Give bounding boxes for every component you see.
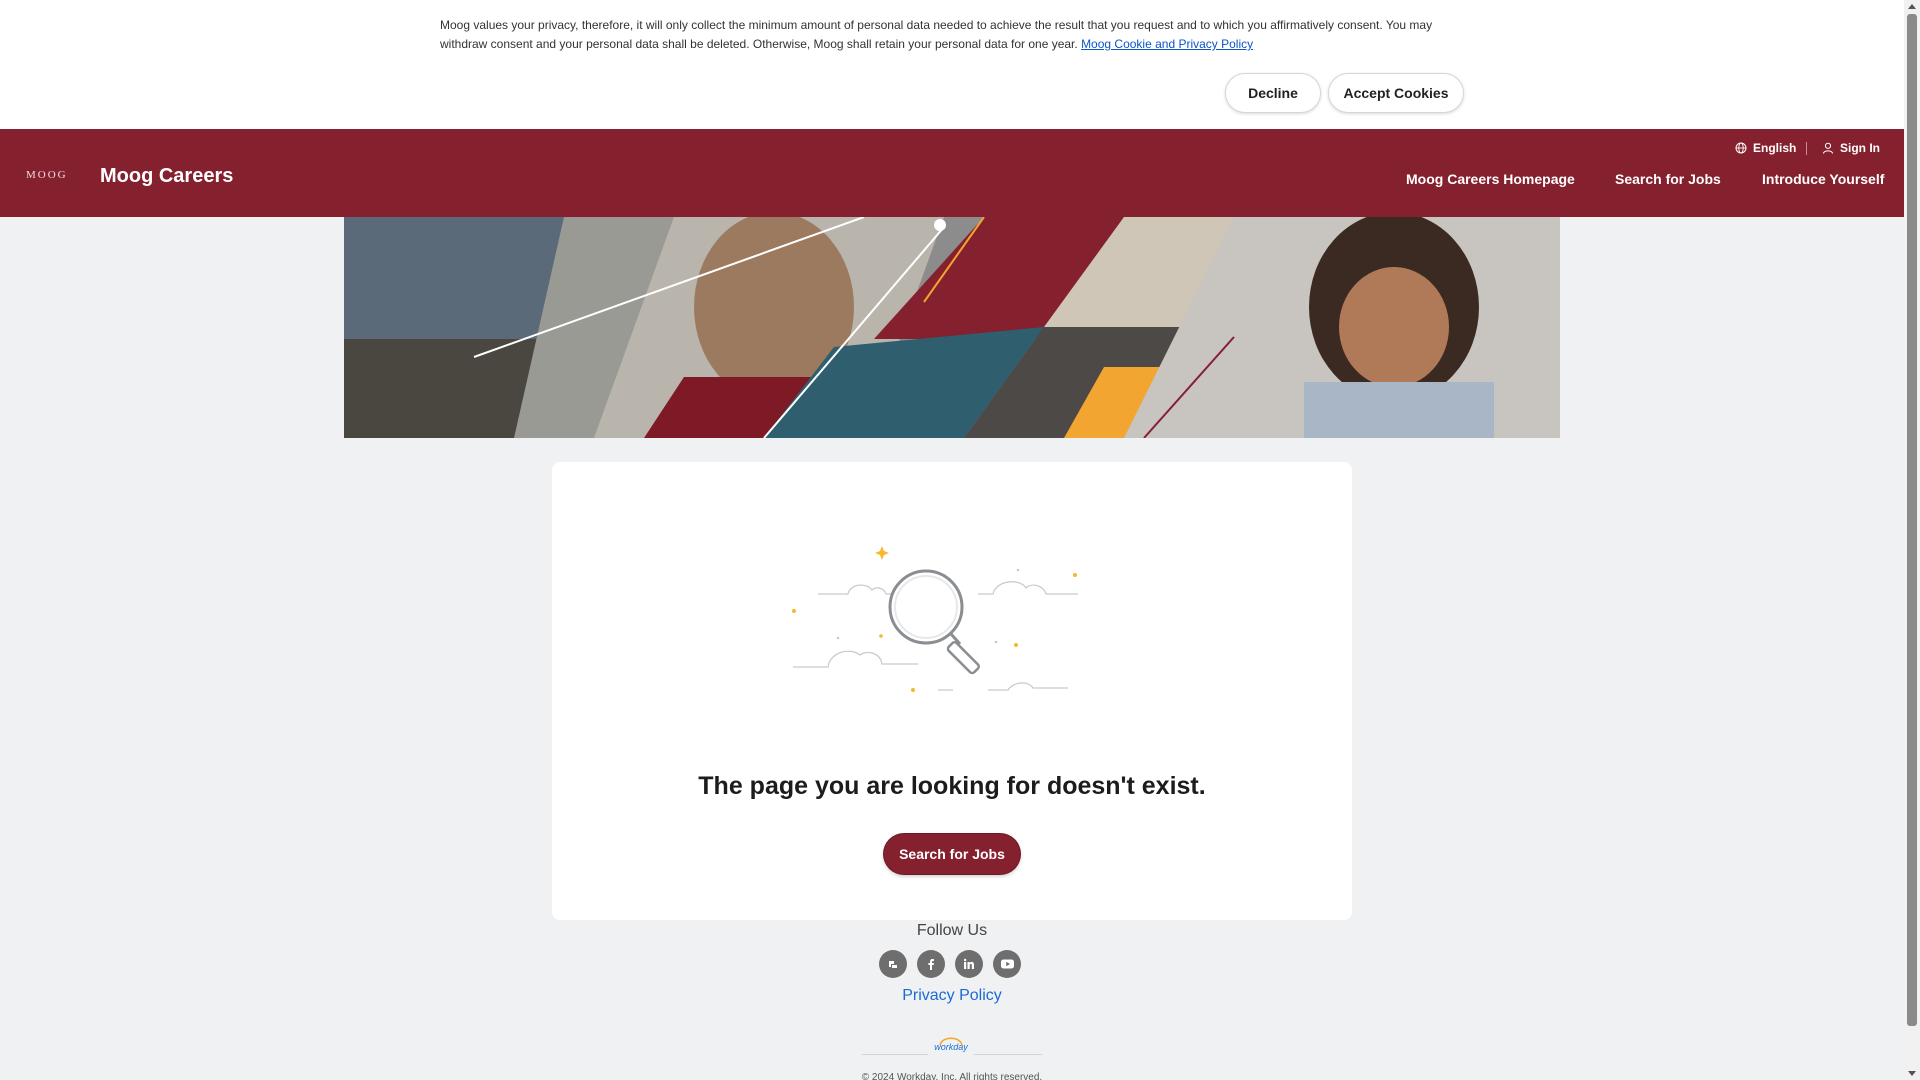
privacy-policy-link[interactable]: Privacy Policy	[0, 987, 1904, 1005]
language-label: English	[1753, 141, 1797, 155]
hero-banner	[344, 217, 1560, 438]
vertical-scrollbar[interactable]	[1904, 0, 1920, 1080]
glassdoor-icon[interactable]	[879, 950, 907, 978]
sign-in-label: Sign In	[1840, 141, 1880, 155]
accept-cookies-button[interactable]: Accept Cookies	[1328, 73, 1464, 113]
hero-collage-image	[344, 217, 1560, 438]
site-header: MOOG Moog Careers English Sign In Moog C…	[0, 129, 1904, 217]
cookie-notice-text: Moog values your privacy, therefore, it …	[440, 16, 1440, 54]
scroll-up-icon[interactable]	[1908, 4, 1916, 9]
error-title: The page you are looking for doesn't exi…	[698, 772, 1206, 800]
utility-divider	[1806, 142, 1807, 155]
moog-logo[interactable]: MOOG	[26, 169, 68, 181]
nav-search-for-jobs[interactable]: Search for Jobs	[1615, 171, 1721, 187]
cookie-banner: Moog values your privacy, therefore, it …	[0, 0, 1904, 129]
social-links	[879, 950, 1021, 978]
site-title[interactable]: Moog Careers	[100, 165, 233, 188]
follow-us-heading: Follow Us	[916, 922, 988, 939]
scrollbar-thumb[interactable]	[1907, 14, 1917, 1026]
workday-logo-text: workday	[934, 1042, 968, 1052]
user-icon	[1823, 142, 1833, 154]
globe-icon	[1735, 142, 1747, 154]
error-card: The page you are looking for doesn't exi…	[552, 462, 1352, 920]
nav-introduce-yourself[interactable]: Introduce Yourself	[1762, 171, 1884, 187]
linkedin-icon[interactable]	[955, 950, 983, 978]
copyright-text: © 2024 Workday, Inc. All rights reserved…	[861, 1072, 1043, 1080]
cookie-text: Moog values your privacy, therefore, it …	[440, 18, 1433, 51]
magnifying-glass-illustration	[792, 546, 1078, 692]
youtube-icon[interactable]	[993, 950, 1021, 978]
scroll-down-icon[interactable]	[1908, 1071, 1916, 1076]
decline-button[interactable]: Decline	[1225, 73, 1321, 113]
workday-logo: workday	[928, 1037, 974, 1064]
nav-careers-homepage[interactable]: Moog Careers Homepage	[1406, 171, 1575, 187]
sign-in-link[interactable]: Sign In	[1822, 141, 1880, 155]
cookie-policy-link[interactable]: Moog Cookie and Privacy Policy	[1081, 37, 1253, 51]
language-selector[interactable]: English	[1735, 141, 1796, 155]
facebook-icon[interactable]	[917, 950, 945, 978]
search-for-jobs-button[interactable]: Search for Jobs	[884, 834, 1020, 874]
